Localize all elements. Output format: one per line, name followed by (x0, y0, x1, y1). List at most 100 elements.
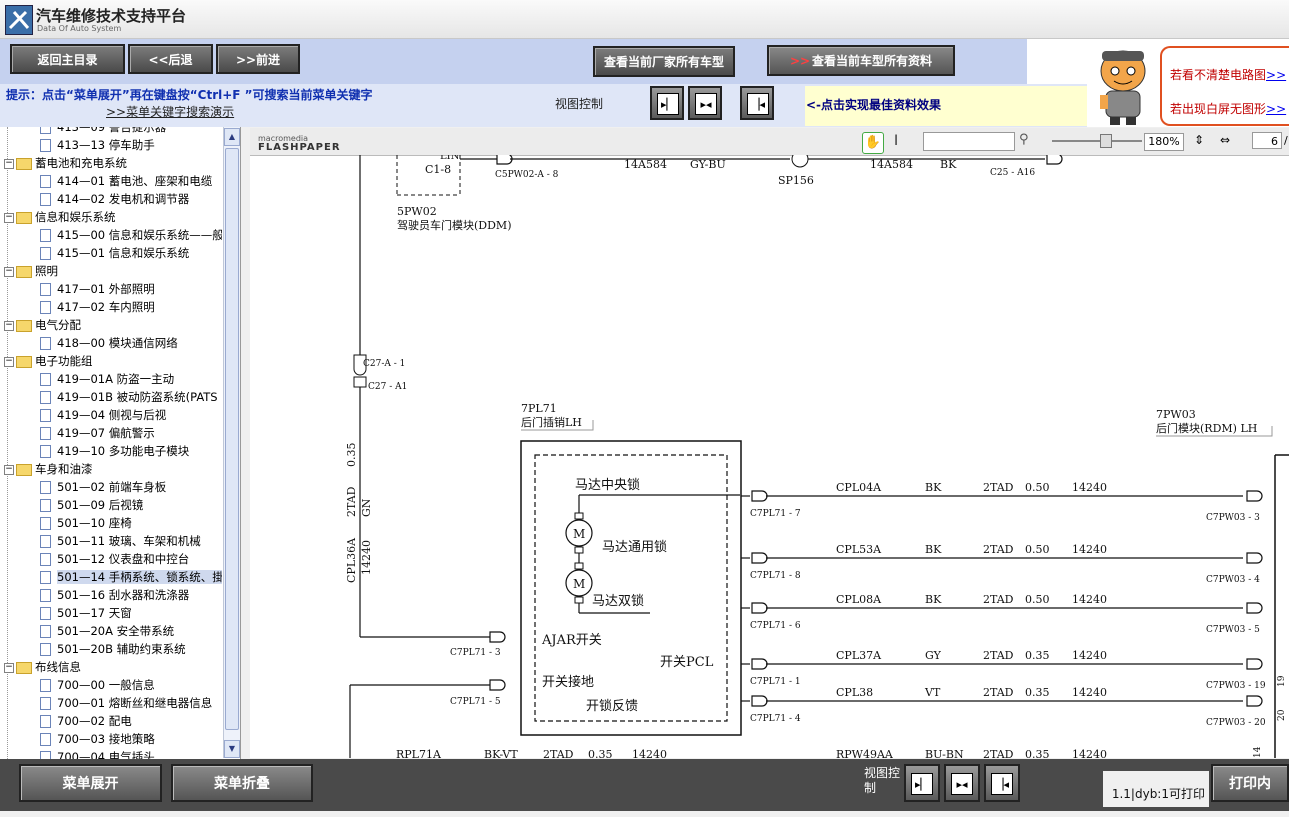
tree-item[interactable]: 415—01 信息和娱乐系统 (40, 245, 189, 261)
view-expand-left-button[interactable]: ▕◂ (740, 86, 774, 120)
tree-item-label: 501—11 玻璃、车架和机械 (57, 534, 201, 548)
tree-item[interactable]: 501—20A 安全带系统 (40, 623, 174, 639)
document-icon (40, 283, 51, 296)
document-icon (40, 643, 51, 656)
diagram-label: C7PL71 - 8 (750, 571, 801, 581)
view-split-button[interactable]: ▸◂ (688, 86, 722, 120)
tree-item-label: 501—10 座椅 (57, 516, 132, 530)
magnifier-icon[interactable]: ⚲ (1019, 132, 1029, 147)
tree-item[interactable]: 700—02 配电 (40, 713, 132, 729)
fit-width-icon[interactable]: ⇔ (1220, 133, 1230, 147)
tree-item[interactable]: 417—02 车内照明 (40, 299, 155, 315)
tree-item[interactable]: 419—01B 被动防盗系统(PATS (40, 389, 218, 405)
fit-height-icon[interactable]: ⇕ (1194, 133, 1204, 147)
tree-item[interactable]: 418—00 模块通信网络 (40, 335, 178, 351)
search-demo-link[interactable]: >>菜单关键字搜索演示 (106, 103, 234, 120)
tree-folder[interactable]: − 信息和娱乐系统 (4, 209, 116, 225)
tree-scroll-thumb[interactable] (225, 148, 239, 730)
zoom-slider[interactable] (1052, 140, 1142, 142)
collapse-toggle-icon[interactable]: − (4, 464, 14, 475)
motor-terminal (574, 562, 584, 570)
diagram-label: 0.35 (1025, 748, 1050, 758)
menu-collapse-button[interactable]: 菜单折叠 (171, 764, 313, 802)
tree-folder[interactable]: − 车身和油漆 (4, 461, 93, 477)
tree-item[interactable]: 501—09 后视镜 (40, 497, 143, 513)
collapse-toggle-icon[interactable]: − (4, 320, 14, 331)
tree-item-label: 501—02 前端车身板 (57, 480, 167, 494)
diagram-label: 开锁反馈 (586, 698, 638, 714)
tree-item[interactable]: 417—01 外部照明 (40, 281, 155, 297)
tree-item[interactable]: 501—20B 辅助约束系统 (40, 641, 186, 657)
diagram-label: C7PL71 - 6 (750, 621, 801, 631)
tree-item[interactable]: 700—00 一般信息 (40, 677, 155, 693)
diagram-label: 马达通用锁 (602, 539, 667, 555)
ad-line-blank[interactable]: 若出现白屏无图形>> (1170, 100, 1286, 117)
diagram-label: C7PW03 - 5 (1206, 625, 1260, 635)
tree-item[interactable]: 501—14 手柄系统、锁系统、掛 (40, 569, 222, 585)
collapse-toggle-icon[interactable]: − (4, 356, 14, 367)
bottom-view-right-button[interactable]: ▸▏ (904, 764, 940, 802)
tree-folder[interactable]: − 布线信息 (4, 659, 81, 675)
all-models-button[interactable]: 查看当前厂家所有车型 (593, 46, 735, 77)
collapse-toggle-icon[interactable]: − (4, 212, 14, 223)
diagram-label: 0.50 (1025, 543, 1050, 556)
tree-item[interactable]: 419—01A 防盗一主动 (40, 371, 174, 387)
bottom-view-left-button[interactable]: ▕◂ (984, 764, 1020, 802)
tree-item[interactable]: 700—01 熔断丝和继电器信息 (40, 695, 212, 711)
zoom-field[interactable]: 180% (1144, 133, 1184, 151)
document-icon (40, 589, 51, 602)
wiring-diagram: LINC1-8 C5PW02-A - 8 14A584 GY-BU SP156 14A58… (345, 155, 1289, 758)
home-button[interactable]: 返回主目录 (10, 44, 125, 74)
tree-item[interactable]: 415—00 信息和娱乐系统——般 (40, 227, 222, 243)
tree-item[interactable]: 501—11 玻璃、车架和机械 (40, 533, 201, 549)
tree-item[interactable]: 419—10 多功能电子模块 (40, 443, 189, 459)
bottom-view-split-button[interactable]: ▸◂ (944, 764, 980, 802)
tree-item[interactable]: 414—02 发电机和调节器 (40, 191, 189, 207)
tree-item[interactable]: 501—02 前端车身板 (40, 479, 166, 495)
tree-item[interactable]: 413—13 停车助手 (40, 137, 155, 153)
document-icon (40, 517, 51, 530)
document-icon (40, 193, 51, 206)
scroll-down-icon[interactable]: ▼ (224, 740, 240, 758)
tree-folder[interactable]: − 电子功能组 (4, 353, 93, 369)
page-separator: / (1284, 134, 1288, 147)
collapse-toggle-icon[interactable]: − (4, 266, 14, 277)
tree-item[interactable]: 419—07 偏航警示 (40, 425, 155, 441)
print-button[interactable]: 打印内 (1211, 764, 1289, 802)
viewer-search-input[interactable] (923, 132, 1015, 151)
menu-expand-button[interactable]: 菜单展开 (19, 764, 162, 802)
document-icon (40, 373, 51, 386)
diagram-label: 14240 (1072, 543, 1107, 556)
collapse-toggle-icon[interactable]: − (4, 158, 14, 169)
page-number-input[interactable]: 6 (1252, 132, 1282, 149)
collapse-toggle-icon[interactable]: − (4, 662, 14, 673)
scroll-up-icon[interactable]: ▲ (224, 128, 240, 146)
tree-item[interactable]: 501—17 天窗 (40, 605, 132, 621)
connector (1246, 658, 1263, 670)
view-expand-right-button[interactable]: ▸▏ (650, 86, 684, 120)
tree-item[interactable]: 414—01 蓄电池、座架和电缆 (40, 173, 212, 189)
tree-item[interactable]: 501—10 座椅 (40, 515, 132, 531)
tree-item[interactable]: 501—12 仪表盘和中控台 (40, 551, 189, 567)
back-button[interactable]: <<后退 (128, 44, 213, 74)
diagram-label: CPL04A (836, 481, 882, 494)
text-select-icon[interactable]: I (894, 133, 898, 149)
tree-folder[interactable]: − 电气分配 (4, 317, 81, 333)
tree-item[interactable]: 700—03 接地策略 (40, 731, 155, 747)
tree-item[interactable]: 419—04 侧视与后视 (40, 407, 166, 423)
tree-item[interactable]: 501—16 刮水器和洗涤器 (40, 587, 189, 603)
split-arrows-icon: ▸◂ (695, 93, 717, 115)
connector (751, 695, 768, 707)
ad-line-unclear[interactable]: 若看不清楚电路图>> (1170, 66, 1286, 83)
document-icon (40, 139, 51, 152)
hand-tool-icon[interactable]: ✋ (862, 132, 884, 154)
tree-item[interactable]: 700—04 电气插头 (40, 749, 155, 759)
tree-folder[interactable]: − 照明 (4, 263, 58, 279)
tree-folder[interactable]: − 蓄电池和充电系统 (4, 155, 127, 171)
zoom-slider-handle[interactable] (1100, 134, 1112, 148)
document-icon (40, 337, 51, 350)
diagram-label: C7PL71 - 4 (750, 714, 801, 724)
forward-button[interactable]: >>前进 (216, 44, 300, 74)
tree-item-label: 419—10 多功能电子模块 (57, 444, 190, 458)
all-docs-button[interactable]: >> 查看当前车型所有资料 (767, 45, 955, 76)
